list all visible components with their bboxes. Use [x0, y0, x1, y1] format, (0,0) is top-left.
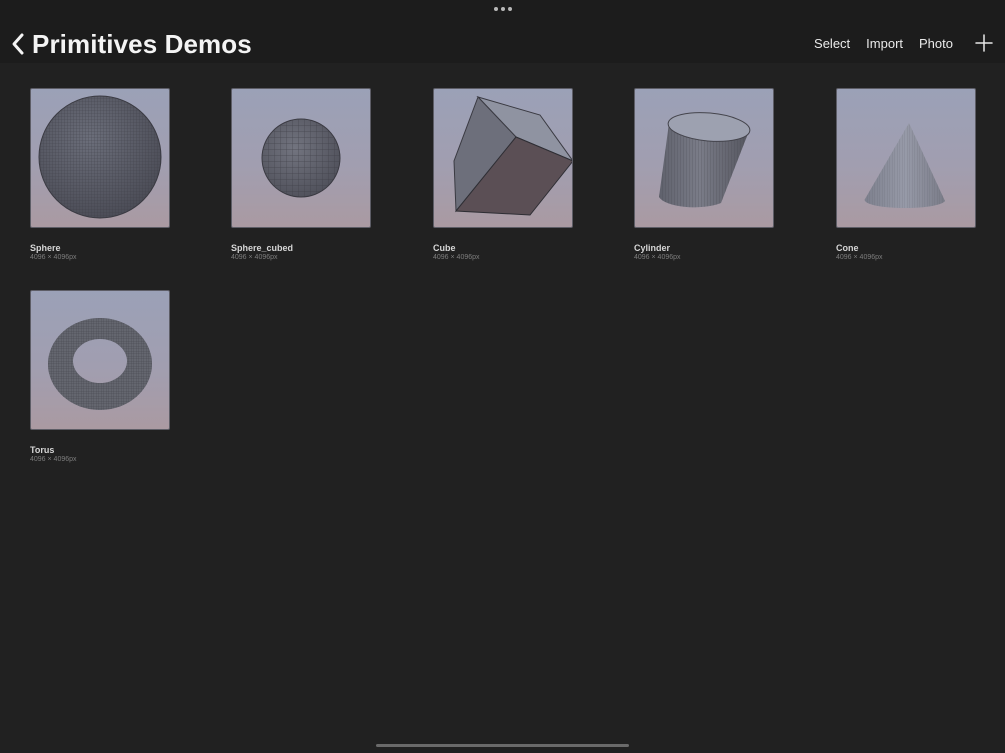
artwork-title: Torus [30, 445, 55, 455]
select-button[interactable]: Select [814, 36, 850, 51]
cylinder-preview [659, 112, 751, 208]
artwork-thumbnail[interactable] [433, 88, 573, 228]
plus-icon[interactable] [975, 34, 993, 52]
cube-preview [453, 96, 572, 216]
import-button[interactable]: Import [866, 36, 903, 51]
chevron-left-icon[interactable] [8, 30, 28, 58]
app-screen: Primitives Demos Select Import Photo Sph… [0, 0, 1005, 753]
artwork-dimensions: 4096 × 4096px [433, 254, 480, 261]
artwork-title: Cube [433, 243, 456, 253]
gallery-item-torus[interactable]: Torus 4096 × 4096px [30, 290, 170, 463]
sphere-preview [38, 95, 162, 219]
cone-preview [864, 123, 945, 209]
artwork-title: Cone [836, 243, 859, 253]
sphere-cubed-preview [261, 118, 341, 198]
artwork-thumbnail[interactable] [30, 290, 170, 430]
toolbar: Select Import Photo [798, 34, 993, 52]
home-indicator[interactable] [376, 744, 629, 747]
gallery-item-sphere[interactable]: Sphere 4096 × 4096px [30, 88, 170, 261]
multitasking-handle[interactable] [494, 7, 512, 12]
artwork-dimensions: 4096 × 4096px [30, 456, 77, 463]
page-title: Primitives Demos [32, 28, 252, 59]
artwork-thumbnail[interactable] [30, 88, 170, 228]
back-button[interactable]: Primitives Demos [8, 28, 252, 60]
artwork-dimensions: 4096 × 4096px [634, 254, 681, 261]
top-bar: Primitives Demos Select Import Photo [0, 0, 1005, 63]
artwork-thumbnail[interactable] [231, 88, 371, 228]
artwork-title: Cylinder [634, 243, 671, 253]
artwork-title: Sphere_cubed [231, 243, 294, 253]
artwork-dimensions: 4096 × 4096px [30, 254, 77, 261]
artwork-title: Sphere [30, 243, 61, 253]
gallery-item-cube[interactable]: Cube 4096 × 4096px [433, 88, 573, 261]
artwork-thumbnail[interactable] [836, 88, 976, 228]
gallery-item-cone[interactable]: Cone 4096 × 4096px [836, 88, 976, 261]
artwork-dimensions: 4096 × 4096px [836, 254, 883, 261]
gallery-item-sphere-cubed[interactable]: Sphere_cubed 4096 × 4096px [231, 88, 371, 261]
artwork-dimensions: 4096 × 4096px [231, 254, 278, 261]
gallery-item-cylinder[interactable]: Cylinder 4096 × 4096px [634, 88, 774, 261]
artwork-thumbnail[interactable] [634, 88, 774, 228]
photo-button[interactable]: Photo [919, 36, 953, 51]
torus-preview [48, 318, 152, 410]
